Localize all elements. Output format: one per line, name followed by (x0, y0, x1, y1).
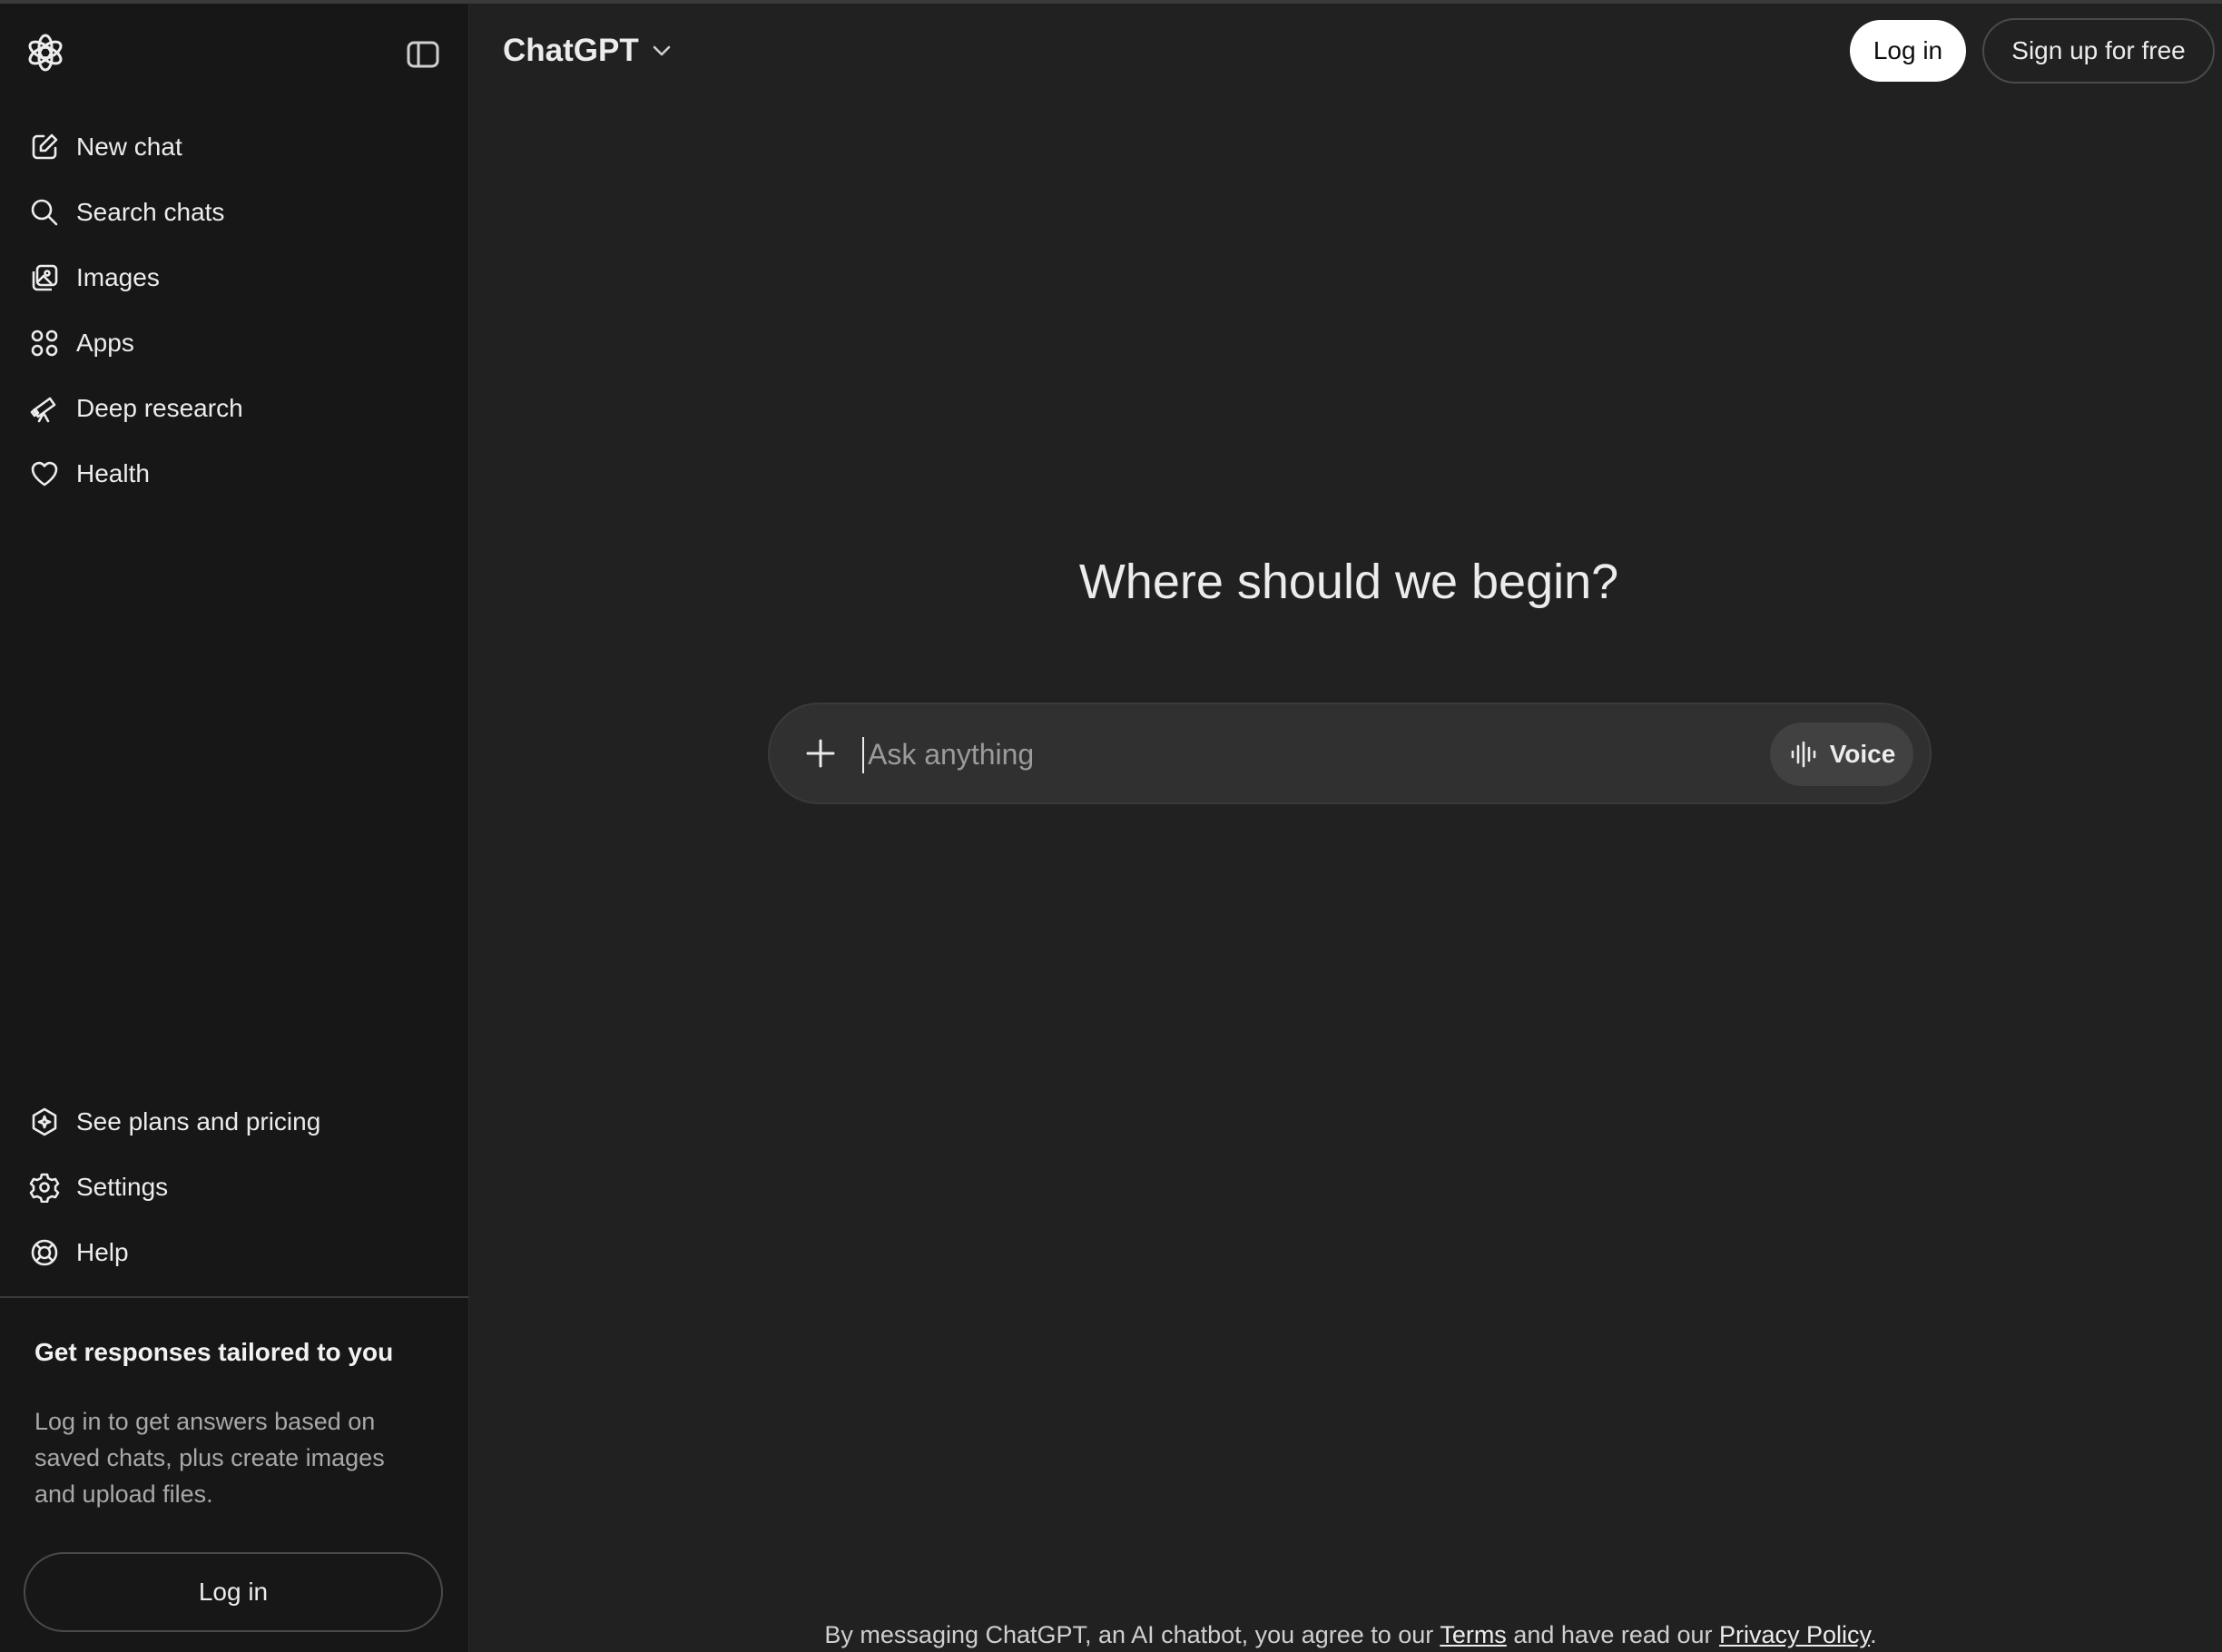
sidebar-item-label: Settings (76, 1173, 169, 1201)
terms-disclaimer: By messaging ChatGPT, an AI chatbot, you… (626, 1621, 2075, 1649)
sidebar-bottom-nav: See plans and pricing Settings Help (15, 1089, 454, 1285)
prompt-input[interactable] (866, 724, 1614, 784)
sidebar-item-apps[interactable]: Apps (15, 310, 454, 376)
header-login-button[interactable]: Log in (1850, 20, 1966, 82)
sidebar-item-help[interactable]: Help (15, 1220, 454, 1285)
sidebar-toggle-icon[interactable] (405, 36, 441, 73)
disclaimer-prefix: By messaging ChatGPT, an AI chatbot, you… (824, 1621, 1434, 1648)
disclaimer-suffix: . (1870, 1621, 1877, 1648)
plans-icon (32, 1107, 57, 1136)
chat-composer: Voice (768, 703, 1932, 804)
search-icon (31, 199, 58, 226)
sidebar-item-label: Apps (76, 329, 134, 357)
lifebuoy-icon (31, 1239, 58, 1266)
add-attachment-icon[interactable] (801, 733, 841, 773)
sidebar-item-settings[interactable]: Settings (15, 1155, 454, 1220)
sidebar-item-new-chat[interactable]: New chat (15, 114, 454, 180)
sidebar-item-label: Health (76, 459, 150, 487)
heart-icon (31, 461, 58, 487)
page-title: Where should we begin? (1078, 555, 1619, 609)
text-caret (862, 737, 864, 773)
telescope-icon (30, 397, 56, 423)
terms-link[interactable]: Terms (1440, 1621, 1507, 1648)
sidebar-item-label: Search chats (76, 198, 225, 226)
promo-title: Get responses tailored to you (34, 1338, 394, 1366)
voice-waveform-icon (1791, 741, 1815, 768)
voice-label: Voice (1829, 740, 1896, 768)
gear-icon (29, 1173, 60, 1203)
sidebar-item-label: See plans and pricing (76, 1107, 321, 1136)
sidebar-item-label: Images (76, 263, 160, 291)
app-window: New chat Search chats Images Apps Deep r… (0, 0, 2222, 1652)
sidebar-item-plans[interactable]: See plans and pricing (15, 1089, 454, 1155)
signup-button[interactable]: Sign up for free (1982, 18, 2215, 84)
sidebar-nav: New chat Search chats Images Apps Deep r… (15, 114, 454, 506)
new-chat-icon (32, 133, 58, 160)
sidebar-item-health[interactable]: Health (15, 441, 454, 506)
model-name: ChatGPT (503, 33, 639, 68)
model-selector[interactable]: ChatGPT (503, 27, 673, 74)
sidebar: New chat Search chats Images Apps Deep r… (0, 4, 469, 1652)
promo-text: Log in to get answers based on saved cha… (34, 1408, 385, 1508)
privacy-policy-link[interactable]: Privacy Policy (1719, 1621, 1870, 1648)
sidebar-divider (0, 1296, 468, 1298)
apps-icon (31, 329, 58, 357)
voice-button[interactable]: Voice (1770, 723, 1913, 786)
sidebar-item-label: Help (76, 1238, 129, 1266)
chevron-down-icon (653, 45, 671, 56)
sidebar-item-label: Deep research (76, 394, 243, 422)
disclaimer-middle: and have read our (1513, 1621, 1713, 1648)
sidebar-item-deep-research[interactable]: Deep research (15, 376, 454, 441)
sidebar-login-button[interactable]: Log in (24, 1552, 443, 1632)
openai-logo-icon[interactable] (24, 31, 67, 74)
images-icon (32, 264, 58, 291)
sidebar-item-label: New chat (76, 133, 182, 161)
sidebar-item-images[interactable]: Images (15, 245, 454, 310)
sidebar-item-search-chats[interactable]: Search chats (15, 180, 454, 245)
